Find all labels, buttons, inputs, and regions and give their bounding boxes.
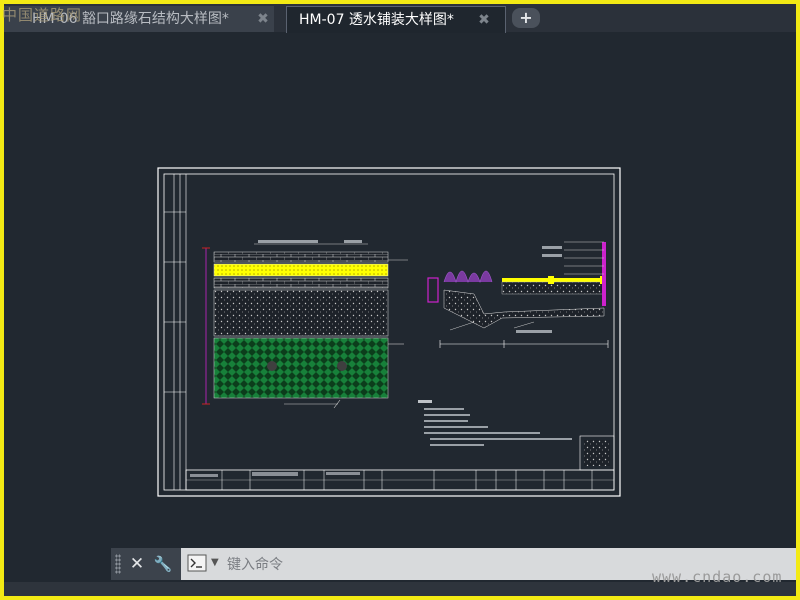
command-prompt-icon[interactable] (187, 554, 207, 572)
kerb-detail-diagram (427, 241, 609, 348)
drag-handle[interactable] (115, 554, 121, 574)
close-icon[interactable]: ✖ (477, 7, 491, 33)
close-icon[interactable]: ✕ (125, 552, 149, 576)
watermark-url: www.cndao.com (652, 568, 783, 586)
title-block (185, 435, 615, 491)
tab-label: HM-07 透水铺装大样图* (299, 12, 454, 28)
close-icon[interactable]: ✖ (256, 6, 270, 32)
drawing-canvas[interactable] (4, 32, 796, 552)
new-tab-button[interactable]: + (512, 8, 540, 28)
watermark-logo: 中国道路网 (2, 6, 83, 24)
pavement-section-diagram (202, 240, 408, 409)
chevron-down-icon[interactable]: ▼ (211, 554, 219, 572)
tab-hm07[interactable]: HM-07 透水铺装大样图* ✖ (286, 6, 506, 33)
wrench-icon[interactable]: 🔧 (151, 552, 175, 576)
design-notes (418, 400, 572, 446)
command-input[interactable] (225, 553, 609, 577)
autocad-window: HM-06 豁口路缘石结构大样图* ✖ HM-07 透水铺装大样图* ✖ + ✕… (4, 4, 796, 596)
tab-bar: HM-06 豁口路缘石结构大样图* ✖ HM-07 透水铺装大样图* ✖ + (4, 4, 796, 33)
